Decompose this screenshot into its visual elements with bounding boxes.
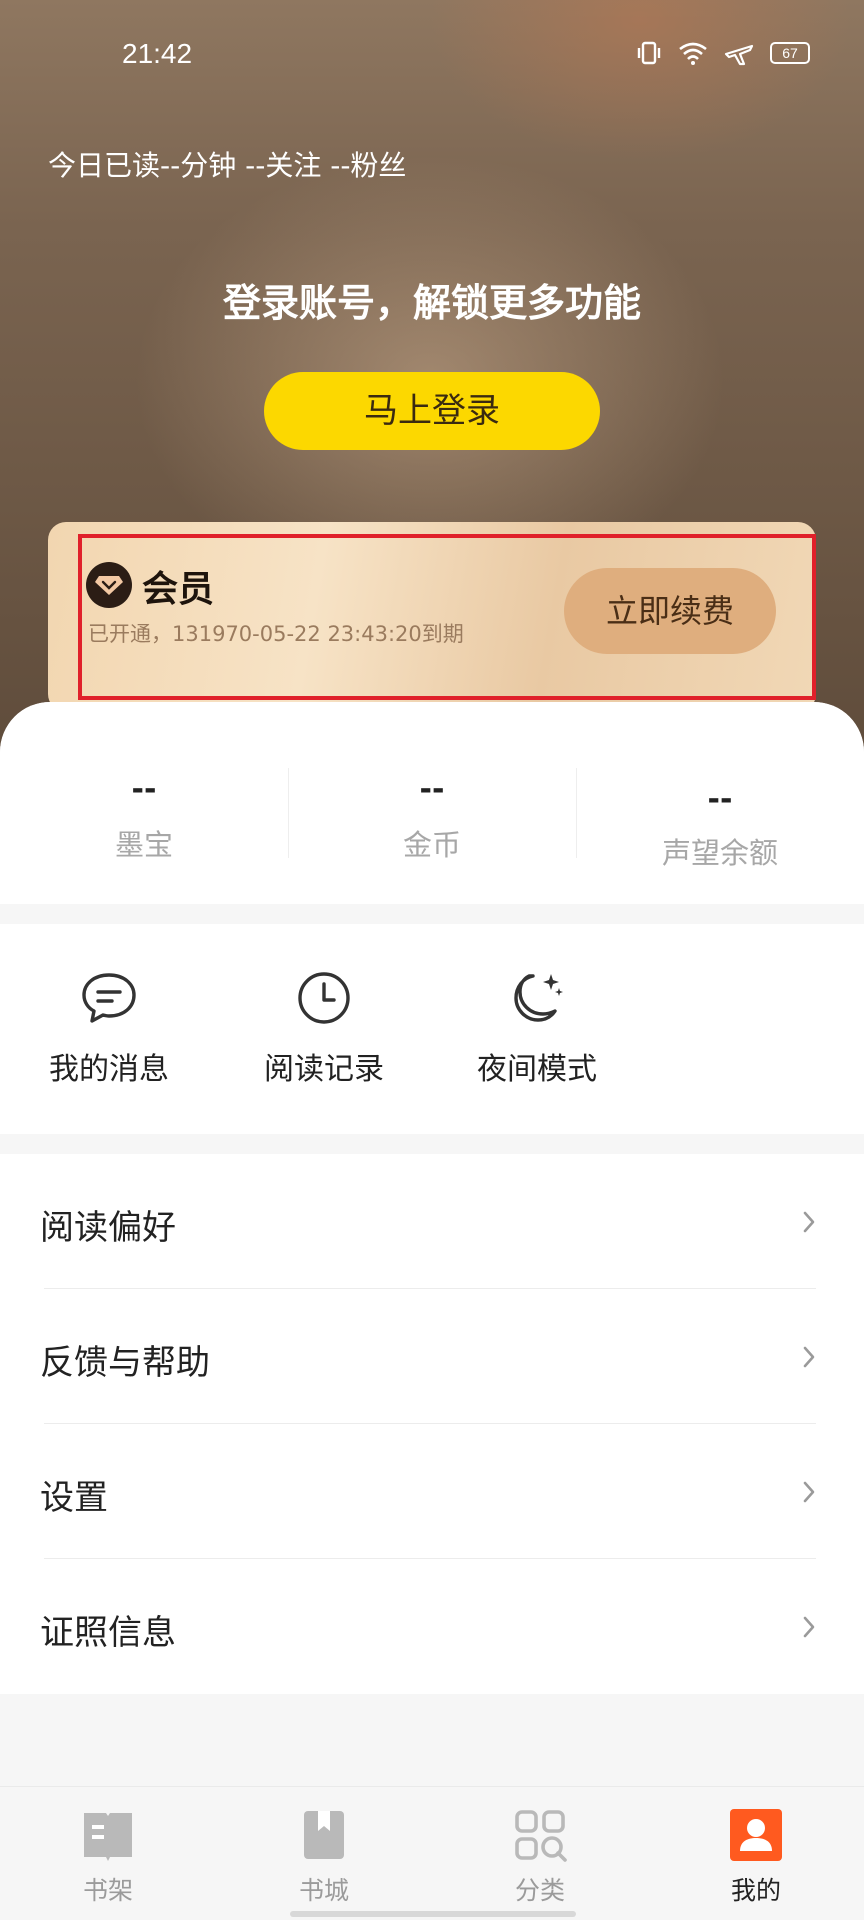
- battery-icon: 67: [770, 42, 810, 64]
- bookshelf-icon: [84, 1813, 132, 1861]
- tab-label: 我的: [730, 1876, 781, 1905]
- menu-label: 证照信息: [40, 1613, 176, 1653]
- tab-label: 书架: [82, 1876, 133, 1905]
- status-time: 21:42: [122, 38, 193, 69]
- category-icon: [515, 1810, 567, 1862]
- menu-label: 设置: [40, 1478, 108, 1518]
- chevron-right-icon: [803, 1481, 815, 1503]
- tab-bookshelf[interactable]: 书架: [0, 1787, 216, 1920]
- vip-highlight-box: [78, 534, 816, 700]
- login-prompt: 登录账号，解锁更多功能: [222, 281, 641, 325]
- chevron-right-icon: [803, 1211, 815, 1233]
- airplane-icon: [724, 44, 754, 66]
- menu-item-settings[interactable]: 设置: [0, 1424, 864, 1559]
- message-icon: [82, 973, 136, 1023]
- content-panel: -- 墨宝 -- 金币 -- 声望余额 我的消息 阅读记录 夜间模式 阅读偏好 …: [0, 702, 864, 1787]
- shortcut-label: 阅读记录: [264, 1052, 384, 1087]
- vibrate-icon: [637, 41, 661, 65]
- tab-profile[interactable]: 我的: [648, 1787, 864, 1920]
- menu-label: 反馈与帮助: [40, 1343, 210, 1383]
- wifi-icon: [679, 42, 707, 65]
- stat-value: --: [707, 782, 733, 817]
- stat-coins[interactable]: -- 金币: [288, 702, 576, 904]
- reading-stats: 今日已读--分钟 --关注 --粉丝: [48, 149, 407, 182]
- chevron-right-icon: [803, 1616, 815, 1638]
- menu-item-license-info[interactable]: 证照信息: [0, 1559, 864, 1694]
- stat-label: 墨宝: [114, 828, 173, 862]
- chevron-right-icon: [803, 1346, 815, 1368]
- menu-label: 阅读偏好: [40, 1208, 176, 1248]
- tab-label: 书城: [298, 1876, 349, 1905]
- clock-icon: [298, 972, 350, 1024]
- stat-value: --: [131, 772, 157, 807]
- tab-bookstore[interactable]: 书城: [216, 1787, 432, 1920]
- login-button[interactable]: 马上登录: [264, 372, 600, 450]
- shortcut-messages[interactable]: 我的消息: [24, 970, 194, 1088]
- shortcut-label: 夜间模式: [477, 1052, 597, 1087]
- stat-mobao[interactable]: -- 墨宝: [0, 702, 288, 904]
- shortcuts-row: 我的消息 阅读记录 夜间模式: [0, 924, 864, 1134]
- bottom-tab-bar: 书架 书城 分类 我的: [0, 1786, 864, 1920]
- moon-icon: [514, 974, 563, 1022]
- profile-icon: [730, 1809, 782, 1861]
- shortcut-night-mode[interactable]: 夜间模式: [452, 970, 622, 1088]
- status-bar: 21:42 67: [0, 0, 864, 110]
- menu-item-reading-preference[interactable]: 阅读偏好: [0, 1154, 864, 1289]
- home-indicator: [290, 1911, 576, 1917]
- stat-label: 金币: [402, 828, 461, 862]
- tab-category[interactable]: 分类: [432, 1787, 648, 1920]
- stat-label: 声望余额: [661, 836, 778, 870]
- tab-label: 分类: [514, 1876, 565, 1905]
- bookstore-icon: [304, 1811, 344, 1859]
- stat-value: --: [419, 772, 445, 807]
- menu-list: 阅读偏好 反馈与帮助 设置 证照信息: [0, 1154, 864, 1694]
- stat-reputation[interactable]: -- 声望余额: [576, 702, 864, 904]
- status-icons: 67: [636, 40, 810, 66]
- stats-row: -- 墨宝 -- 金币 -- 声望余额: [0, 702, 864, 904]
- shortcut-label: 我的消息: [49, 1052, 169, 1087]
- shortcut-history[interactable]: 阅读记录: [239, 970, 409, 1088]
- menu-item-feedback[interactable]: 反馈与帮助: [0, 1289, 864, 1424]
